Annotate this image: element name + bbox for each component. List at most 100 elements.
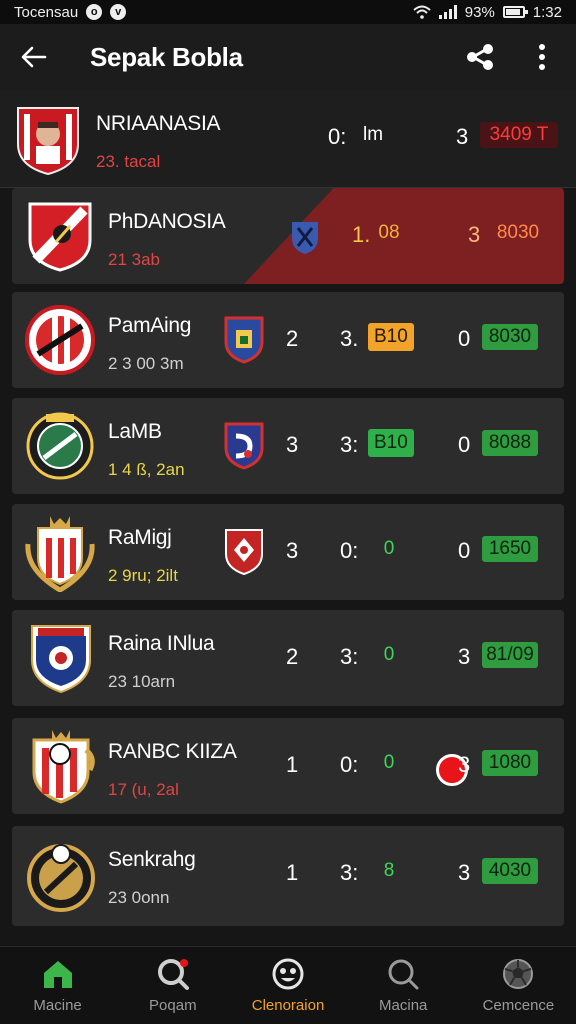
match-row[interactable]: Senkrahg 23 0onn 1 3: 8 3 4030 (12, 826, 564, 926)
ball-face-icon (272, 958, 304, 990)
match-time: 21 3ab (108, 250, 160, 269)
team-name: PamAing (108, 314, 192, 337)
team-name: RANBC KIIZA (108, 740, 237, 763)
bottom-navigation: Macine Poqam Clenoraion Macina Cemcence (0, 946, 576, 1024)
score: 3 (458, 644, 471, 669)
wifi-icon (413, 5, 431, 19)
match-row[interactable]: LaMB 1 4 ß, 2an 3 3: B10 0 8088 (12, 398, 564, 494)
score: 3 (286, 538, 299, 563)
team-crest-icon (28, 202, 92, 272)
score-badge: 8 (383, 860, 395, 881)
score: 3 (458, 860, 471, 885)
team-crest-icon (32, 730, 95, 804)
more-vertical-icon (539, 44, 545, 70)
nav-item-center[interactable]: Clenoraion (230, 947, 345, 1024)
team-name: RaMigj (108, 526, 172, 549)
opponent-crest-icon (224, 316, 264, 364)
match-time: 1 4 ß, 2an (108, 460, 185, 479)
score: 3. (340, 326, 359, 351)
score: 0: (340, 538, 359, 563)
score-badge: 0 (383, 644, 395, 665)
match-time: 23. tacal (96, 152, 161, 171)
match-time: 23 10arn (108, 672, 176, 691)
share-icon (467, 44, 493, 70)
match-row[interactable]: Raina INlua 23 10arn 2 3: 0 3 81/09 (12, 610, 564, 706)
back-button[interactable] (18, 41, 50, 73)
match-row[interactable]: PamAing 2 3 00 3m 2 3. B10 0 8030 (12, 292, 564, 388)
team-name: PhDANOSIA (108, 210, 226, 233)
match-row[interactable]: RANBC KIIZA 17 (u, 2al 1 0: 0 3 1080 (12, 718, 564, 814)
app-notification-icon: v (110, 4, 127, 20)
score: 3 (458, 752, 471, 777)
score: 0: (328, 124, 347, 149)
match-row[interactable]: PhDANOSIA 21 3ab 1. 08 3 8030 (12, 188, 564, 284)
share-button[interactable] (464, 41, 496, 73)
odds-badge[interactable]: 1080 (482, 750, 538, 776)
score-badge: B10 (368, 429, 414, 457)
team-crest-icon (31, 625, 91, 694)
score: 3: (340, 644, 359, 669)
score: 1. (352, 222, 371, 247)
match-time: 2 9ru; 2ilt (108, 566, 178, 585)
match-time: 23 0onn (108, 888, 170, 907)
search-notification-icon (157, 959, 189, 990)
nav-item-search[interactable]: Poqam (115, 947, 230, 1024)
team-crest-icon (25, 516, 95, 592)
odds-badge[interactable]: 3409 T (480, 122, 558, 148)
team-name: Raina INlua (108, 632, 215, 655)
magnifier-icon (388, 959, 419, 990)
battery-text: 93% (464, 3, 495, 21)
score-badge: lm (362, 124, 384, 145)
team-crest-icon (26, 412, 94, 480)
match-list[interactable]: NRIAANASIA 23. tacal 0: lm 3 3409 T PhDA… (0, 90, 576, 946)
carrier-text: Tocensau (14, 3, 79, 21)
odds-badge[interactable]: 8088 (482, 430, 538, 456)
status-bar: Tocensau o v 93% 1:32 (0, 0, 576, 24)
score: 0 (458, 538, 471, 563)
score: 0: (340, 752, 359, 777)
nav-item-explore[interactable]: Macina (346, 947, 461, 1024)
nav-label: Macina (379, 997, 428, 1014)
score: 3: (340, 860, 359, 885)
nav-item-home[interactable]: Macine (0, 947, 115, 1024)
team-name: LaMB (108, 420, 162, 443)
score: 3 (468, 222, 481, 247)
team-crest-icon (17, 107, 79, 176)
app-bar: Sepak Bobla (0, 24, 576, 90)
odds-badge[interactable]: 8030 (482, 324, 538, 350)
team-crest-icon (27, 844, 95, 912)
score: 1 (286, 752, 299, 777)
battery-icon (502, 6, 528, 18)
nav-label: Clenoraion (251, 997, 325, 1014)
score-badge: 08 (378, 222, 400, 243)
opponent-crest-icon (225, 529, 263, 576)
match-row[interactable]: NRIAANASIA 23. tacal 0: lm 3 3409 T (0, 90, 576, 188)
odds-badge[interactable]: 1650 (482, 536, 538, 562)
opponent-crest-icon (224, 422, 264, 470)
score: 3 (286, 432, 299, 457)
score-badge: 0 (383, 538, 395, 559)
score-badge: 0 (383, 752, 395, 773)
odds-badge[interactable]: 81/09 (482, 642, 538, 668)
soccer-ball-icon (503, 959, 534, 989)
nav-item-settings[interactable]: Cemcence (461, 947, 576, 1024)
score: 3: (340, 432, 359, 457)
match-row[interactable]: RaMigj 2 9ru; 2ilt 3 0: 0 0 1650 (12, 504, 564, 600)
opponent-crest-icon (292, 222, 318, 254)
arrow-left-icon (21, 46, 47, 68)
signal-icon (438, 5, 457, 19)
score: 2 (286, 326, 299, 351)
score: 2 (286, 644, 299, 669)
more-options-button[interactable] (526, 41, 558, 73)
notification-icon: o (86, 4, 103, 20)
nav-label: Cemcence (482, 997, 555, 1014)
team-name: NRIAANASIA (96, 112, 221, 135)
odds-badge[interactable]: 8030 (490, 220, 546, 246)
home-icon (43, 961, 72, 988)
team-name: Senkrahg (108, 848, 196, 871)
odds-badge[interactable]: 4030 (482, 858, 538, 884)
score: 3 (456, 124, 469, 149)
match-time: 2 3 00 3m (108, 354, 184, 373)
score: 1 (286, 860, 299, 885)
score-badge: B10 (368, 323, 414, 351)
